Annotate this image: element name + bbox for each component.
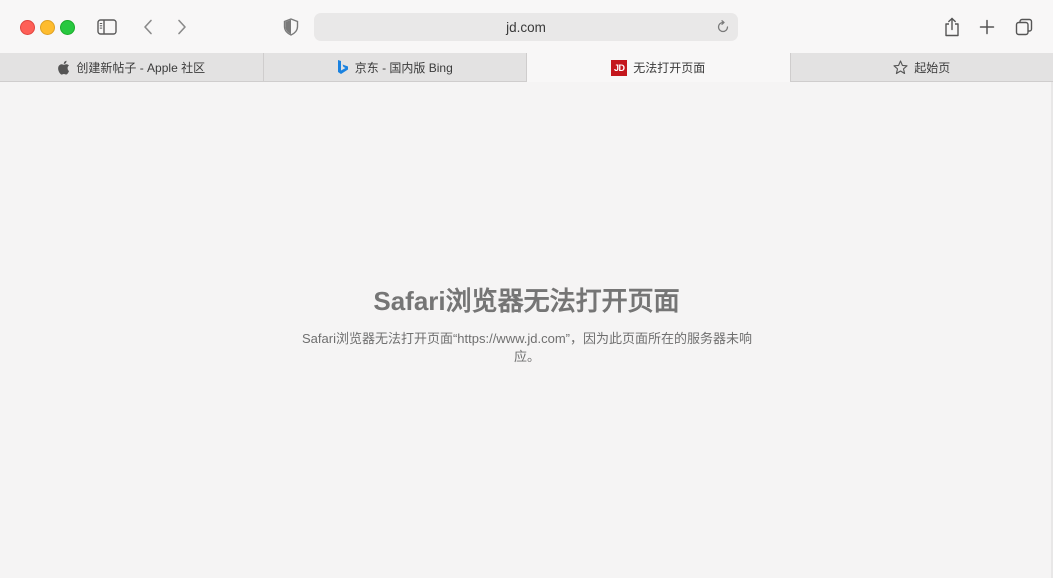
back-button[interactable] — [138, 16, 158, 38]
plus-icon — [979, 19, 995, 35]
tab-label: 起始页 — [914, 60, 951, 75]
tab-apple-community[interactable]: 创建新帖子 - Apple 社区 — [0, 53, 264, 81]
share-button[interactable] — [942, 15, 962, 39]
maximize-window-button[interactable] — [60, 20, 75, 35]
bing-icon — [337, 60, 348, 74]
tab-bar: 创建新帖子 - Apple 社区 京东 - 国内版 Bing JD 无法打开页面… — [0, 53, 1053, 82]
tab-start-page[interactable]: 起始页 — [791, 53, 1053, 81]
tab-bing[interactable]: 京东 - 国内版 Bing — [264, 53, 527, 81]
error-message: Safari浏览器无法打开页面“https://www.jd.com”，因为此页… — [302, 331, 752, 364]
page-content: Safari浏览器无法打开页面 Safari浏览器无法打开页面“https://… — [0, 82, 1053, 578]
safari-window: jd.com 创建新帖子 - Apple 社区 京东 - 国内版 Bing JD… — [0, 0, 1053, 578]
reload-icon[interactable] — [716, 20, 730, 34]
tabs-icon — [1015, 18, 1033, 36]
tab-label: 创建新帖子 - Apple 社区 — [76, 60, 206, 75]
sidebar-icon — [97, 19, 117, 35]
address-text: jd.com — [506, 19, 546, 35]
minimize-window-button[interactable] — [40, 20, 55, 35]
tab-label: 无法打开页面 — [633, 61, 706, 75]
tab-cannot-open-page[interactable]: JD 无法打开页面 — [527, 53, 791, 82]
error-title: Safari浏览器无法打开页面 — [373, 286, 680, 316]
shield-icon — [283, 18, 299, 36]
star-icon — [893, 59, 908, 74]
address-bar[interactable]: jd.com — [314, 13, 738, 41]
chevron-left-icon — [144, 19, 152, 35]
chevron-right-icon — [178, 19, 186, 35]
new-tab-button[interactable] — [977, 16, 997, 38]
apple-icon — [58, 60, 70, 75]
toolbar: jd.com — [0, 0, 1053, 54]
tab-overview-button[interactable] — [1013, 16, 1035, 38]
close-window-button[interactable] — [20, 20, 35, 35]
jd-icon: JD — [611, 59, 628, 76]
tab-label: 京东 - 国内版 Bing — [354, 60, 453, 75]
forward-button[interactable] — [172, 16, 192, 38]
sidebar-toggle-button[interactable] — [96, 16, 118, 38]
privacy-report-button[interactable] — [281, 17, 301, 37]
share-icon — [945, 17, 959, 37]
